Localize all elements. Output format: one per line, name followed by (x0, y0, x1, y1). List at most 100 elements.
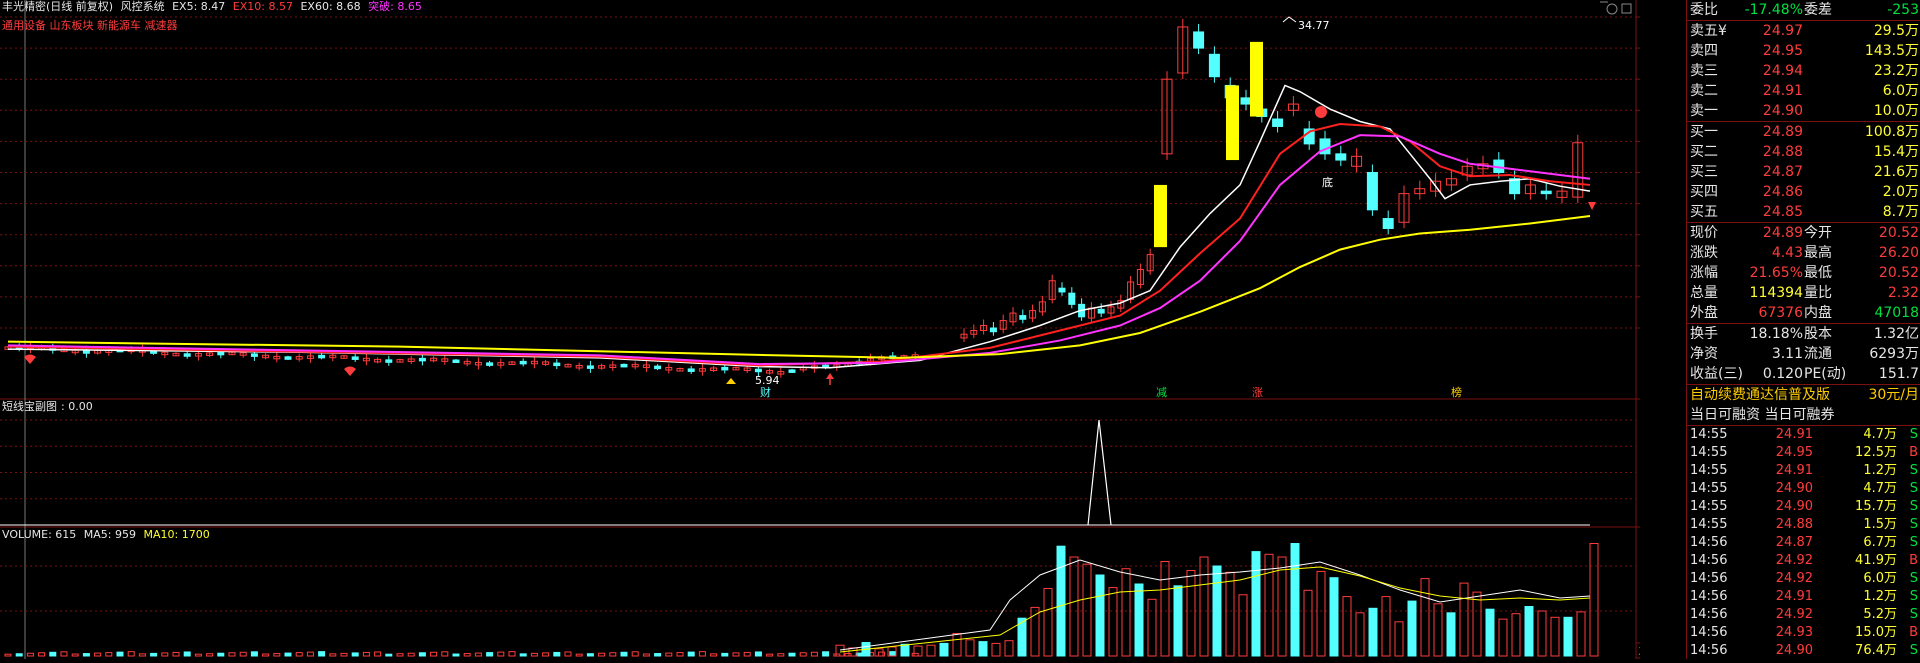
kline-candle (1240, 97, 1252, 105)
tick-row[interactable]: 14:56 24.92 6.0万 S (1687, 570, 1920, 588)
ask-level-row[interactable]: 卖二 24.91 6.0万 (1687, 81, 1920, 101)
volume-bar (340, 652, 348, 657)
volume-bar (217, 652, 225, 657)
ask-level-row[interactable]: 卖一 24.90 10.0万 (1687, 101, 1920, 121)
volume-bar (15, 653, 23, 657)
tick-row[interactable]: 14:56 24.92 41.9万 B (1687, 552, 1920, 570)
tick-row[interactable]: 14:55 24.91 4.7万 S (1687, 426, 1920, 444)
kline-candle (1193, 31, 1205, 49)
book-level-label: 买二 (1690, 144, 1718, 160)
tick-volume: 1.2万 (1863, 589, 1897, 604)
book-level-price: 24.95 (1762, 43, 1803, 59)
volume-bar (1277, 556, 1287, 657)
kline-chart-area[interactable]: 35.0032.5030.0027.5025.0022.5020.0017.50… (0, 0, 1686, 659)
ask-level-row[interactable]: 卖五¥ 24.97 29.5万 (1687, 21, 1920, 41)
tick-time: 14:55 (1690, 427, 1728, 442)
tick-price: 24.93 (1775, 625, 1813, 640)
stat-value: 67376 (1758, 305, 1803, 321)
sell-arrow (1588, 202, 1596, 210)
volume-bar (250, 651, 258, 657)
volume-bar (665, 652, 673, 657)
tick-time: 14:55 (1690, 445, 1728, 460)
indicator-name[interactable]: 风控系统 (121, 0, 165, 13)
volume-bar (295, 652, 303, 657)
stat-row: 涨跌 4.43 最高 26.20 (1687, 243, 1920, 263)
tick-side: B (1909, 625, 1918, 640)
volume-bar (1134, 583, 1144, 657)
volume-bar (754, 651, 762, 657)
tick-row[interactable]: 14:56 24.93 15.0万 B (1687, 624, 1920, 642)
ask-level-row[interactable]: 卖三 24.94 23.2万 (1687, 61, 1920, 81)
tick-row[interactable]: 14:56 24.91 1.2万 S (1687, 588, 1920, 606)
stat-label: 外盘 (1690, 305, 1718, 321)
volume-bar (1056, 545, 1066, 657)
stat-label: 涨跌 (1690, 245, 1718, 261)
tick-row[interactable]: 14:56 24.87 6.7万 S (1687, 534, 1920, 552)
promo-text[interactable]: 自动续费通达信普及版 (1690, 385, 1830, 405)
book-level-volume: 23.2万 (1873, 63, 1919, 79)
volume-bar (430, 651, 438, 657)
sub-indicator-name[interactable]: 短线宝副图 (2, 400, 57, 413)
book-level-volume: 10.0万 (1873, 103, 1919, 119)
weibi-row: 委比 -17.48% 委差 -253 (1687, 0, 1920, 20)
tick-time: 14:56 (1690, 643, 1728, 658)
book-level-label: 买一 (1690, 124, 1718, 140)
window-control-icon (1621, 3, 1632, 14)
tick-row[interactable]: 14:55 24.90 15.7万 S (1687, 498, 1920, 516)
stat-value: 151.7 (1878, 366, 1919, 382)
bid-level-row[interactable]: 买一 24.89 100.8万 (1687, 122, 1920, 142)
tick-price: 24.91 (1775, 427, 1813, 442)
chart-canvas[interactable]: 35.0032.5030.0027.5025.0022.5020.0017.50… (0, 0, 1686, 659)
volume-bar (1290, 543, 1300, 657)
bid-level-row[interactable]: 买四 24.86 2.0万 (1687, 182, 1920, 202)
tick-row[interactable]: 14:55 24.90 4.7万 S (1687, 480, 1920, 498)
volume-bar (1069, 556, 1079, 657)
bid-level-row[interactable]: 买二 24.88 15.4万 (1687, 142, 1920, 162)
tick-volume: 41.9万 (1855, 553, 1897, 568)
volume-bar (1446, 612, 1456, 657)
tick-row[interactable]: 14:56 24.90 76.4万 S (1687, 642, 1920, 660)
tick-side: S (1909, 607, 1918, 622)
volume-ma10: MA10: 1700 (143, 528, 210, 541)
volume-bar (374, 651, 382, 657)
risk-marker-icon (24, 354, 36, 364)
volume-bar (1303, 589, 1313, 657)
buy-arrow (826, 373, 834, 379)
ask-level-row[interactable]: 卖四 24.95 143.5万 (1687, 41, 1920, 61)
tick-row[interactable]: 14:55 24.91 1.2万 S (1687, 462, 1920, 480)
volume-bar (1563, 616, 1573, 657)
volume-bar (329, 653, 337, 657)
kline-candle (586, 365, 594, 369)
stat-value: 20.52 (1878, 265, 1919, 281)
tick-row[interactable]: 14:56 24.92 5.2万 S (1687, 606, 1920, 624)
book-level-label: 买三 (1690, 164, 1718, 180)
volume-bar (1108, 587, 1118, 657)
tick-row[interactable]: 14:55 24.95 12.5万 B (1687, 444, 1920, 462)
volume-bar (530, 652, 538, 657)
volume-bar (407, 652, 415, 657)
volume-bar (698, 651, 706, 657)
window-control-icon (1606, 3, 1618, 15)
tick-list[interactable]: 14:55 24.91 4.7万 S 14:55 24.95 12.5万 B 14:55 24.9… (1687, 426, 1920, 660)
bid-level-row[interactable]: 买三 24.87 21.6万 (1687, 162, 1920, 182)
bid-level-row[interactable]: 买五 24.85 8.7万 (1687, 202, 1920, 222)
volume-bar (105, 652, 113, 657)
breakthrough-value: 突破: 8.65 (368, 0, 422, 13)
volume-bar (172, 651, 180, 657)
volume-bar (766, 653, 774, 657)
tick-row[interactable]: 14:55 24.88 1.5万 S (1687, 516, 1920, 534)
volume-bar (1329, 577, 1339, 657)
stat-value: 18.18% (1749, 326, 1803, 342)
kline-candle (1019, 315, 1027, 320)
stock-title[interactable]: 丰光精密(日线 前复权) (2, 0, 113, 13)
volume-unit: X10 (1638, 645, 1640, 658)
event-marker-jian: 减 (1156, 386, 1167, 399)
kline-candle (82, 350, 90, 354)
promo-banner[interactable]: 自动续费通达信普及版 30元/月 (1687, 385, 1920, 405)
volume-bar (620, 651, 628, 657)
price-stats: 现价 24.89 今开 20.52 涨跌 4.43 最高 26.20 涨幅 21.65% 最低 20.… (1687, 223, 1920, 323)
tick-price: 24.92 (1775, 553, 1813, 568)
tick-side: B (1909, 553, 1918, 568)
promo-price[interactable]: 30元/月 (1868, 385, 1919, 405)
tick-time: 14:56 (1690, 607, 1728, 622)
